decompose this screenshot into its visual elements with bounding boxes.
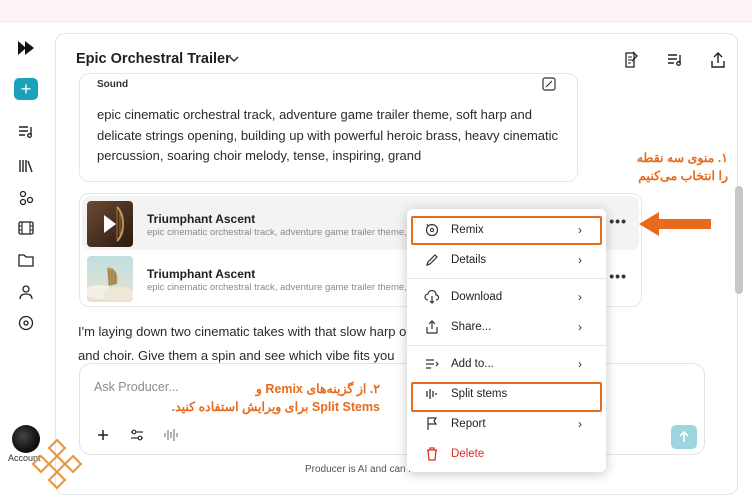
context-menu: Remix › Details › Download › Share... › … <box>407 209 606 472</box>
track-title[interactable]: Triumphant Ascent <box>147 267 255 281</box>
menu-divider <box>407 345 606 346</box>
menu-item-label: Delete <box>451 448 485 460</box>
track-description: epic cinematic orchestral track, adventu… <box>147 227 409 238</box>
sound-label: Sound <box>97 79 129 90</box>
top-strip <box>0 0 752 22</box>
add-icon[interactable] <box>94 426 112 444</box>
page-title[interactable]: Epic Orchestral Trailer <box>76 51 231 67</box>
menu-item-delete[interactable]: Delete <box>407 439 606 469</box>
chevron-right-icon: › <box>578 253 582 267</box>
flag-icon <box>424 416 440 432</box>
menu-item-label: Report <box>451 418 486 430</box>
share-icon[interactable] <box>706 48 730 72</box>
artists-icon[interactable] <box>14 186 38 210</box>
trash-icon <box>424 446 440 462</box>
more-options-button[interactable]: ••• <box>609 268 627 284</box>
profile-icon[interactable] <box>14 280 38 304</box>
sidebar: + Account <box>0 22 52 501</box>
sound-prompt-card: Sound epic cinematic orchestral track, a… <box>79 73 578 182</box>
track-description: epic cinematic orchestral track, adventu… <box>147 282 409 293</box>
download-cloud-icon <box>424 289 440 305</box>
pencil-icon <box>424 252 440 268</box>
scrollbar[interactable] <box>735 186 743 294</box>
menu-item-share[interactable]: Share... › <box>407 312 606 342</box>
send-button[interactable] <box>671 425 697 449</box>
menu-item-label: Details <box>451 254 487 266</box>
menu-item-report[interactable]: Report › <box>407 409 606 439</box>
watermark-logo-icon <box>29 436 85 492</box>
chevron-down-icon[interactable] <box>229 52 239 66</box>
track-title[interactable]: Triumphant Ascent <box>147 212 255 226</box>
split-stems-highlight-box <box>411 382 602 412</box>
annotation-line: را انتخاب می‌کنیم <box>638 169 728 183</box>
queue-icon[interactable] <box>663 48 687 72</box>
menu-item-label: Download <box>451 291 503 303</box>
annotation-step-2: ۲. از گزینه‌های Remix و Split Stems برای… <box>118 380 380 416</box>
producer-logo-icon[interactable] <box>14 36 38 60</box>
more-options-button[interactable]: ••• <box>609 213 627 229</box>
folder-icon[interactable] <box>14 248 38 272</box>
library-icon[interactable] <box>14 154 38 178</box>
add-to-playlist-icon <box>424 356 440 372</box>
vinyl-icon[interactable] <box>14 311 38 335</box>
settings-sliders-icon[interactable] <box>128 426 146 444</box>
video-icon[interactable] <box>14 216 38 240</box>
menu-item-details[interactable]: Details › <box>407 245 606 275</box>
waveform-icon[interactable] <box>162 426 180 444</box>
arrow-left-icon <box>637 210 713 238</box>
menu-divider <box>407 278 606 279</box>
annotation-line: Split Stems برای ویرایش استفاده کنید. <box>171 400 380 414</box>
menu-item-label: Share... <box>451 321 492 333</box>
chevron-right-icon: › <box>578 357 582 371</box>
menu-item-label: Add to... <box>451 358 494 370</box>
chevron-right-icon: › <box>578 290 582 304</box>
annotation-line: ۱. منوی سه نقطه <box>636 151 728 165</box>
chevron-right-icon: › <box>578 320 582 334</box>
chevron-right-icon: › <box>578 417 582 431</box>
sound-prompt-text: epic cinematic orchestral track, adventu… <box>97 107 559 163</box>
new-song-button[interactable]: + <box>14 78 38 100</box>
track-thumbnail[interactable] <box>87 201 133 247</box>
annotation-line: ۲. از گزینه‌های Remix و <box>255 382 380 396</box>
annotation-step-1: ۱. منوی سه نقطه را انتخاب می‌کنیم <box>590 149 728 185</box>
edit-lyrics-icon[interactable] <box>619 48 643 72</box>
playlist-icon[interactable] <box>14 120 38 144</box>
menu-item-add-to[interactable]: Add to... › <box>407 349 606 379</box>
remix-highlight-box <box>411 216 602 245</box>
menu-item-download[interactable]: Download › <box>407 282 606 312</box>
track-thumbnail[interactable] <box>87 256 133 302</box>
share-icon <box>424 319 440 335</box>
edit-sound-icon[interactable] <box>542 77 556 96</box>
